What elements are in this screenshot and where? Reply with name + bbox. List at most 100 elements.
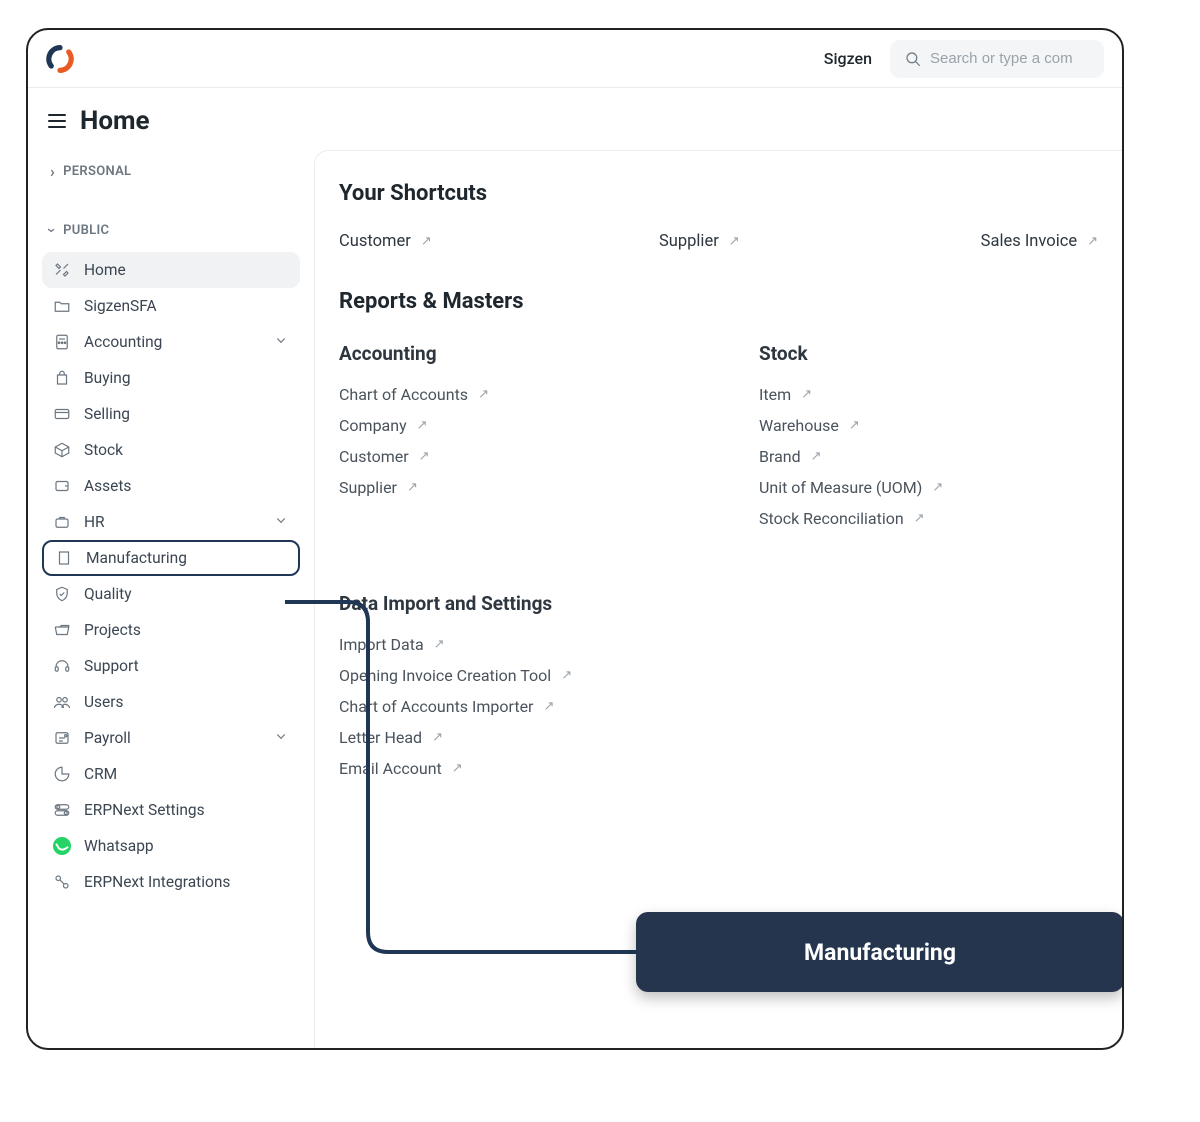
sidebar-item-payroll[interactable]: Payroll [42, 720, 300, 756]
arrow-icon: ↗ [801, 387, 812, 402]
sidebar-item-label: CRM [84, 765, 290, 783]
arrow-icon: ↗ [543, 699, 554, 714]
toggles-icon [52, 801, 72, 819]
sidebar-item-label: ERPNext Settings [84, 801, 290, 819]
card-icon [52, 405, 72, 423]
folder-icon [52, 297, 72, 315]
sidebar-item-label: Quality [84, 585, 290, 603]
chevron-down-icon [272, 331, 290, 353]
arrow-icon: ↗ [811, 449, 822, 464]
arrow-icon: ↗ [417, 418, 428, 433]
column-title: Accounting [339, 342, 739, 365]
arrow-icon: ↗ [434, 637, 445, 652]
sidebar-item-label: Home [84, 261, 290, 279]
sidebar-item-label: ERPNext Integrations [84, 873, 290, 891]
data-import-link[interactable]: Opening Invoice Creation Tool↗ [339, 660, 1098, 691]
data-import-link[interactable]: Chart of Accounts Importer↗ [339, 691, 1098, 722]
sidebar-item-assets[interactable]: Assets [42, 468, 300, 504]
sidebar-item-sigzensfa[interactable]: SigzenSFA [42, 288, 300, 324]
sidebar-item-label: Assets [84, 477, 290, 495]
shortcut-sales-invoice[interactable]: Sales Invoice↗ [981, 226, 1098, 257]
sidebar-item-quality[interactable]: Quality [42, 576, 300, 612]
report-link[interactable]: Unit of Measure (UOM)↗ [759, 472, 1098, 503]
sidebar-item-label: Projects [84, 621, 290, 639]
sidebar-item-label: Buying [84, 369, 290, 387]
column-title: Stock [759, 342, 1098, 365]
sidebar-item-projects[interactable]: Projects [42, 612, 300, 648]
reports-title: Reports & Masters [315, 289, 1122, 324]
arrow-icon: ↗ [452, 761, 463, 776]
sidebar-section-personal[interactable]: PERSONAL [42, 154, 300, 189]
wallet-icon [52, 477, 72, 495]
sidebar-section-public[interactable]: PUBLIC [42, 213, 300, 248]
arrow-icon: ↗ [1087, 234, 1098, 249]
arrow-icon: ↗ [729, 234, 740, 249]
chevron-down-icon [50, 221, 55, 240]
sidebar-item-home[interactable]: Home [42, 252, 300, 288]
sidebar-item-support[interactable]: Support [42, 648, 300, 684]
shield-icon [52, 585, 72, 603]
sidebar-item-label: Accounting [84, 333, 260, 351]
sidebar-item-whatsapp[interactable]: Whatsapp [42, 828, 300, 864]
payroll-icon [52, 729, 72, 747]
arrow-icon: ↗ [478, 387, 489, 402]
report-link[interactable]: Stock Reconciliation↗ [759, 503, 1098, 534]
app-logo[interactable] [46, 45, 74, 73]
report-link[interactable]: Warehouse↗ [759, 410, 1098, 441]
search-box[interactable] [890, 40, 1104, 78]
data-import-link[interactable]: Letter Head↗ [339, 722, 1098, 753]
chevron-right-icon [50, 162, 55, 181]
menu-icon[interactable] [48, 114, 66, 128]
tenant-name[interactable]: Sigzen [824, 49, 872, 68]
sidebar-item-label: SigzenSFA [84, 297, 290, 315]
sidebar-item-erpnext-integrations[interactable]: ERPNext Integrations [42, 864, 300, 900]
arrow-icon: ↗ [849, 418, 860, 433]
sidebar-item-label: Manufacturing [86, 549, 288, 567]
sidebar-item-buying[interactable]: Buying [42, 360, 300, 396]
report-link[interactable]: Brand↗ [759, 441, 1098, 472]
sidebar-item-label: Users [84, 693, 290, 711]
arrow-icon: ↗ [419, 449, 430, 464]
tools-icon [52, 261, 72, 279]
search-input[interactable] [930, 50, 1090, 67]
report-link[interactable]: Chart of Accounts↗ [339, 379, 739, 410]
report-link[interactable]: Company↗ [339, 410, 739, 441]
data-import-link[interactable]: Email Account↗ [339, 753, 1098, 784]
arrow-icon: ↗ [932, 480, 943, 495]
users-icon [52, 693, 72, 711]
sidebar-item-label: Stock [84, 441, 290, 459]
pie-icon [52, 765, 72, 783]
sidebar-item-selling[interactable]: Selling [42, 396, 300, 432]
sidebar-item-crm[interactable]: CRM [42, 756, 300, 792]
sidebar-item-label: Payroll [84, 729, 260, 747]
sidebar-item-users[interactable]: Users [42, 684, 300, 720]
annotation-callout: Manufacturing [636, 912, 1124, 992]
sidebar-item-erpnext-settings[interactable]: ERPNext Settings [42, 792, 300, 828]
report-link[interactable]: Supplier↗ [339, 472, 739, 503]
whatsapp-icon [52, 837, 72, 855]
bag-icon [52, 369, 72, 387]
arrow-icon: ↗ [432, 730, 443, 745]
report-link[interactable]: Customer↗ [339, 441, 739, 472]
data-import-link[interactable]: Import Data↗ [339, 629, 1098, 660]
sidebar-item-manufacturing[interactable]: Manufacturing [42, 540, 300, 576]
sidebar: PERSONAL PUBLIC Home SigzenSFA Accounting B… [28, 144, 314, 1048]
shortcut-supplier[interactable]: Supplier↗ [659, 226, 740, 257]
arrow-icon: ↗ [421, 234, 432, 249]
shortcut-customer[interactable]: Customer↗ [339, 226, 432, 257]
sidebar-item-label: Selling [84, 405, 290, 423]
sidebar-item-stock[interactable]: Stock [42, 432, 300, 468]
calculator-icon [52, 333, 72, 351]
sidebar-item-accounting[interactable]: Accounting [42, 324, 300, 360]
report-link[interactable]: Item↗ [759, 379, 1098, 410]
box-icon [52, 441, 72, 459]
page-title: Home [80, 106, 150, 136]
arrow-icon: ↗ [561, 668, 572, 683]
briefcase-icon [52, 513, 72, 531]
arrow-icon: ↗ [407, 480, 418, 495]
sidebar-item-label: HR [84, 513, 260, 531]
shortcuts-title: Your Shortcuts [315, 181, 1122, 216]
sidebar-item-label: Whatsapp [84, 837, 290, 855]
sidebar-item-hr[interactable]: HR [42, 504, 300, 540]
chevron-down-icon [272, 511, 290, 533]
